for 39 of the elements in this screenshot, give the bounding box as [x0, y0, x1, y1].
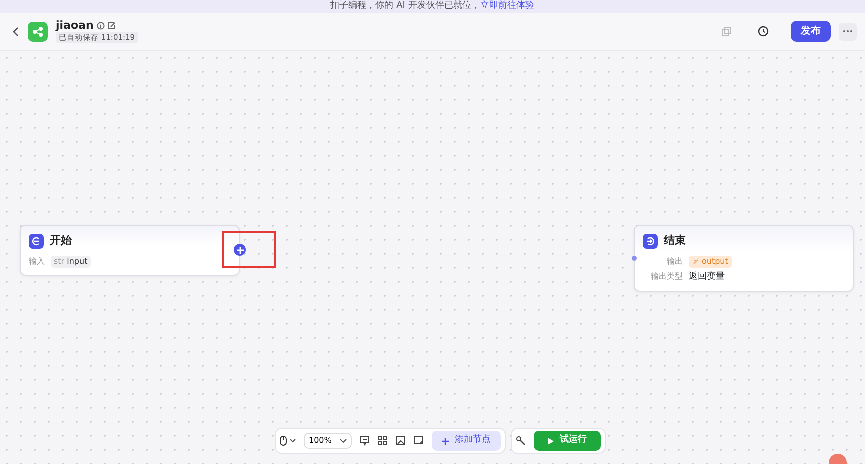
note-icon[interactable] — [414, 436, 424, 446]
comment-icon[interactable] — [360, 436, 370, 446]
info-icon[interactable] — [96, 22, 105, 30]
end-node[interactable]: 结束 输出 output 输出类型 返回变量 — [634, 225, 854, 292]
plus-icon — [442, 438, 449, 444]
mouse-icon — [280, 436, 287, 446]
image-icon[interactable] — [396, 436, 406, 446]
enter-icon — [29, 234, 44, 249]
publish-button[interactable]: 发布 — [791, 21, 831, 42]
variable-tag: str input — [51, 256, 91, 268]
field-value: 返回变量 — [689, 270, 725, 284]
play-icon — [548, 438, 554, 444]
exit-icon — [643, 234, 658, 249]
mouse-mode-button[interactable] — [280, 436, 296, 446]
app-logo-icon — [28, 22, 48, 42]
node-title: 结束 — [664, 233, 686, 249]
test-run-button[interactable]: 试运行 — [534, 431, 601, 451]
add-icon[interactable] — [234, 244, 246, 256]
field-label: 输出 — [666, 256, 683, 268]
variable-tag: output — [689, 256, 732, 268]
edit-icon[interactable] — [108, 22, 116, 30]
start-node[interactable]: 开始 输入 str input — [20, 225, 240, 276]
node-title: 开始 — [50, 233, 72, 249]
more-button[interactable] — [839, 22, 857, 40]
more-icon — [843, 30, 853, 33]
back-icon[interactable] — [12, 26, 20, 36]
grid-icon[interactable] — [378, 436, 388, 446]
field-label: 输出类型 — [650, 271, 683, 284]
zoom-select[interactable]: 100% — [304, 433, 352, 449]
app-title: jiaoan — [56, 20, 94, 32]
field-label: 输入 — [29, 256, 45, 268]
input-port[interactable] — [632, 256, 637, 261]
banner-text: 扣子编程，你的 AI 开发伙伴已就位， — [330, 1, 480, 11]
chevron-down-icon — [290, 439, 296, 443]
banner-link[interactable]: 立即前往体验 — [480, 1, 534, 11]
history-icon[interactable] — [758, 26, 769, 37]
add-node-button[interactable]: 添加节点 — [432, 431, 501, 451]
chevron-down-icon — [340, 438, 347, 443]
variable-icon — [693, 258, 699, 264]
